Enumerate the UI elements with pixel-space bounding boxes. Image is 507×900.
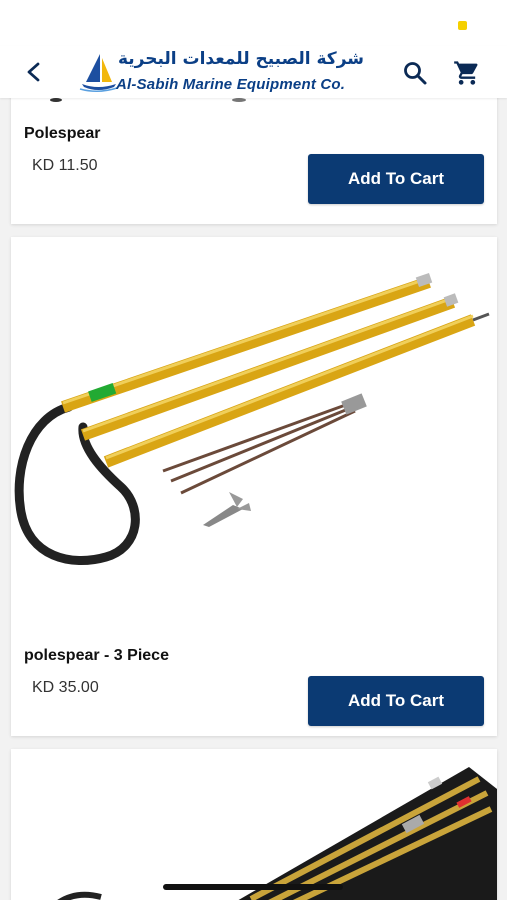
product-image [50, 98, 246, 102]
product-name: Polespear [24, 125, 101, 142]
brand-name-english: Al-Sabih Marine Equipment Co. [116, 76, 346, 93]
product-price: KD 35.00 [32, 679, 99, 696]
sail-logo-icon [79, 54, 118, 92]
chevron-left-icon [27, 62, 40, 82]
cart-button[interactable] [452, 58, 482, 88]
add-to-cart-button[interactable]: Add To Cart [308, 154, 484, 204]
brand-logo: شركة الصبيح للمعدات البحرية Al-Sabih Mar… [78, 48, 368, 96]
search-button[interactable] [400, 58, 430, 88]
search-icon [404, 62, 427, 85]
status-indicator [458, 21, 467, 30]
product-card[interactable] [11, 749, 497, 900]
status-bar [0, 0, 507, 46]
back-button[interactable] [20, 58, 48, 86]
app-header: شركة الصبيح للمعدات البحرية Al-Sabih Mar… [0, 46, 507, 98]
product-name: polespear - 3 Piece [24, 647, 169, 664]
product-card[interactable]: polespear - 3 Piece KD 35.00 Add To Cart [11, 237, 497, 736]
home-indicator[interactable] [163, 884, 343, 890]
product-image [57, 767, 497, 900]
product-price: KD 11.50 [32, 157, 98, 174]
add-to-cart-button[interactable]: Add To Cart [308, 676, 484, 726]
product-image [14, 272, 490, 566]
product-list: Polespear KD 11.50 Add To Cart polespear… [0, 98, 507, 900]
product-card[interactable]: Polespear KD 11.50 Add To Cart [11, 98, 497, 224]
brand-name-arabic: شركة الصبيح للمعدات البحرية [117, 49, 364, 69]
cart-icon [454, 61, 478, 85]
